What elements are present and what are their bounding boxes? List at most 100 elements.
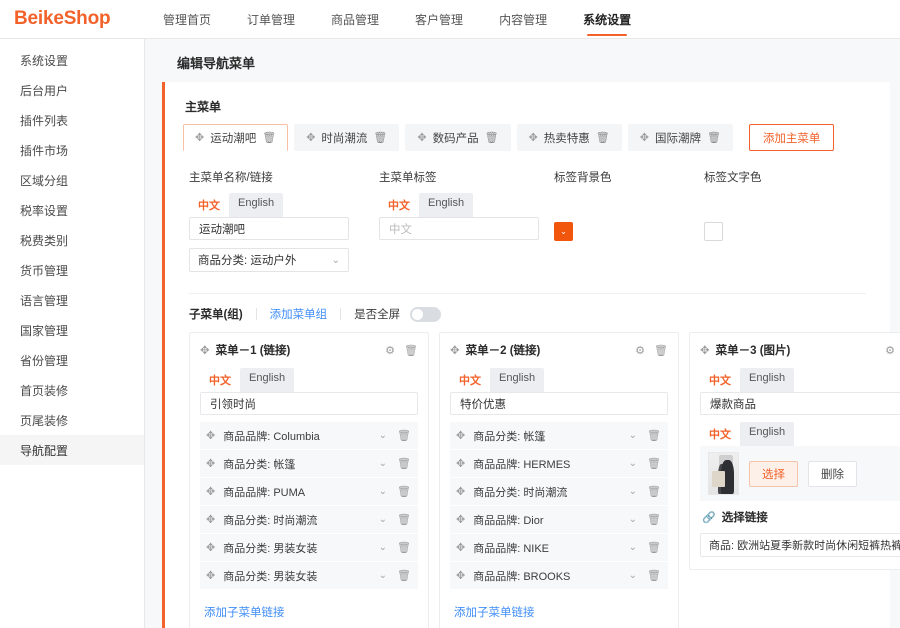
sidebar-item-plugin-market[interactable]: 插件市场 (0, 135, 144, 165)
chevron-down-icon[interactable]: ⌄ (379, 570, 387, 581)
main-menu-tab-4[interactable]: ✥ 热卖特惠 🗑 (516, 124, 622, 151)
list-item[interactable]: ✥ 商品分类: 时尚潮流 ⌄ 🗑 (200, 506, 418, 534)
lang-tab-en[interactable]: English (740, 368, 795, 392)
drag-handle-icon[interactable]: ✥ (456, 457, 465, 470)
card1-name-input[interactable]: 引领时尚 (200, 392, 418, 415)
app-logo[interactable]: BeikeShop (0, 0, 145, 38)
gear-icon[interactable]: ⚙ (885, 344, 895, 357)
nav-item-products[interactable]: 商品管理 (313, 0, 397, 38)
drag-handle-icon[interactable]: ✥ (456, 569, 465, 582)
gear-icon[interactable]: ⚙ (635, 344, 645, 357)
chevron-down-icon[interactable]: ⌄ (379, 486, 387, 497)
main-menu-link-select[interactable]: 商品分类: 运动户外 ⌄ (189, 248, 349, 272)
drag-handle-icon[interactable]: ✥ (456, 429, 465, 442)
lang-tab-en[interactable]: English (229, 193, 284, 217)
main-menu-tab-1[interactable]: ✥ 运动潮吧 🗑 (183, 124, 289, 151)
drag-handle-icon[interactable]: ✥ (529, 131, 538, 144)
trash-icon[interactable]: 🗑 (596, 131, 610, 144)
drag-handle-icon[interactable]: ✥ (195, 131, 204, 144)
main-menu-tab-2[interactable]: ✥ 时尚潮流 🗑 (294, 124, 400, 151)
chevron-down-icon[interactable]: ⌄ (379, 430, 387, 441)
sidebar-item-system-settings[interactable]: 系统设置 (0, 45, 144, 75)
trash-icon[interactable]: 🗑 (397, 541, 411, 554)
sidebar-item-plugin-list[interactable]: 插件列表 (0, 105, 144, 135)
sidebar-item-province[interactable]: 省份管理 (0, 345, 144, 375)
drag-handle-icon[interactable]: ✥ (456, 513, 465, 526)
nav-item-system-settings[interactable]: 系统设置 (565, 0, 649, 38)
image-lang-tab-cn[interactable]: 中文 (700, 422, 740, 446)
main-menu-name-input[interactable]: 运动潮吧 (189, 217, 349, 240)
trash-icon[interactable]: 🗑 (647, 513, 661, 526)
list-item[interactable]: ✥ 商品品牌: BROOKS ⌄ 🗑 (450, 562, 668, 590)
nav-item-orders[interactable]: 订单管理 (229, 0, 313, 38)
nav-item-customers[interactable]: 客户管理 (397, 0, 481, 38)
trash-icon[interactable]: 🗑 (397, 513, 411, 526)
drag-handle-icon[interactable]: ✥ (206, 541, 215, 554)
trash-icon[interactable]: 🗑 (654, 344, 668, 357)
trash-icon[interactable]: 🗑 (647, 485, 661, 498)
sidebar-item-admin-users[interactable]: 后台用户 (0, 75, 144, 105)
list-item[interactable]: ✥ 商品品牌: Dior ⌄ 🗑 (450, 506, 668, 534)
trash-icon[interactable]: 🗑 (397, 485, 411, 498)
list-item[interactable]: ✥ 商品分类: 帐篷 ⌄ 🗑 (450, 422, 668, 450)
list-item[interactable]: ✥ 商品品牌: HERMES ⌄ 🗑 (450, 450, 668, 478)
card3-name-input[interactable]: 爆款商品 (700, 392, 900, 415)
trash-icon[interactable]: 🗑 (404, 344, 418, 357)
drag-handle-icon[interactable]: ✥ (456, 485, 465, 498)
chevron-down-icon[interactable]: ⌄ (629, 458, 637, 469)
drag-handle-icon[interactable]: ✥ (206, 569, 215, 582)
drag-handle-icon[interactable]: ✥ (450, 343, 460, 357)
trash-icon[interactable]: 🗑 (647, 457, 661, 470)
nav-item-dashboard[interactable]: 管理首页 (145, 0, 229, 38)
tag-text-color-swatch[interactable] (704, 222, 723, 241)
chevron-down-icon[interactable]: ⌄ (629, 486, 637, 497)
list-item[interactable]: ✥ 商品品牌: Columbia ⌄ 🗑 (200, 422, 418, 450)
lang-tab-cn[interactable]: 中文 (700, 368, 740, 392)
nav-item-content[interactable]: 内容管理 (481, 0, 565, 38)
drag-handle-icon[interactable]: ✥ (700, 343, 710, 357)
main-menu-tab-5[interactable]: ✥ 国际潮牌 🗑 (627, 124, 733, 151)
list-item[interactable]: ✥ 商品分类: 时尚潮流 ⌄ 🗑 (450, 478, 668, 506)
lang-tab-cn[interactable]: 中文 (189, 193, 229, 217)
list-item[interactable]: ✥ 商品分类: 男装女装 ⌄ 🗑 (200, 534, 418, 562)
list-item[interactable]: ✥ 商品分类: 男装女装 ⌄ 🗑 (200, 562, 418, 590)
lang-tab-cn[interactable]: 中文 (450, 368, 490, 392)
drag-handle-icon[interactable]: ✥ (206, 513, 215, 526)
list-item[interactable]: ✥ 商品品牌: PUMA ⌄ 🗑 (200, 478, 418, 506)
chevron-down-icon[interactable]: ⌄ (629, 542, 637, 553)
chevron-down-icon[interactable]: ⌄ (629, 514, 637, 525)
fullscreen-toggle[interactable] (410, 306, 442, 322)
add-menu-group-link[interactable]: 添加菜单组 (270, 306, 328, 322)
tag-background-color-swatch[interactable]: ⌄ (554, 222, 573, 241)
trash-icon[interactable]: 🗑 (262, 131, 276, 144)
lang-tab-en[interactable]: English (419, 193, 474, 217)
trash-icon[interactable]: 🗑 (647, 541, 661, 554)
lang-tab-en[interactable]: English (490, 368, 545, 392)
sidebar-item-tax-class[interactable]: 税费类别 (0, 225, 144, 255)
gear-icon[interactable]: ⚙ (385, 344, 395, 357)
drag-handle-icon[interactable]: ✥ (206, 429, 215, 442)
sidebar-item-country[interactable]: 国家管理 (0, 315, 144, 345)
sidebar-item-language[interactable]: 语言管理 (0, 285, 144, 315)
chevron-down-icon[interactable]: ⌄ (629, 430, 637, 441)
drag-handle-icon[interactable]: ✥ (206, 457, 215, 470)
lang-tab-cn[interactable]: 中文 (379, 193, 419, 217)
sidebar-item-navigation-config[interactable]: 导航配置 (0, 435, 144, 465)
drag-handle-icon[interactable]: ✥ (306, 131, 315, 144)
drag-handle-icon[interactable]: ✥ (456, 541, 465, 554)
trash-icon[interactable]: 🗑 (397, 569, 411, 582)
sidebar-item-tax-rate[interactable]: 税率设置 (0, 195, 144, 225)
chevron-down-icon[interactable]: ⌄ (379, 514, 387, 525)
chevron-down-icon[interactable]: ⌄ (379, 542, 387, 553)
trash-icon[interactable]: 🗑 (397, 429, 411, 442)
card1-add-sublink[interactable]: 添加子菜单链接 (200, 590, 418, 620)
card2-name-input[interactable]: 特价优惠 (450, 392, 668, 415)
sidebar-item-home-design[interactable]: 首页装修 (0, 375, 144, 405)
image-lang-tab-en[interactable]: English (740, 422, 795, 446)
select-image-button[interactable]: 选择 (749, 460, 798, 487)
card2-add-sublink[interactable]: 添加子菜单链接 (450, 590, 668, 620)
main-menu-tag-input[interactable]: 中文 (379, 217, 539, 240)
trash-icon[interactable]: 🗑 (707, 131, 721, 144)
drag-handle-icon[interactable]: ✥ (640, 131, 649, 144)
drag-handle-icon[interactable]: ✥ (417, 131, 426, 144)
